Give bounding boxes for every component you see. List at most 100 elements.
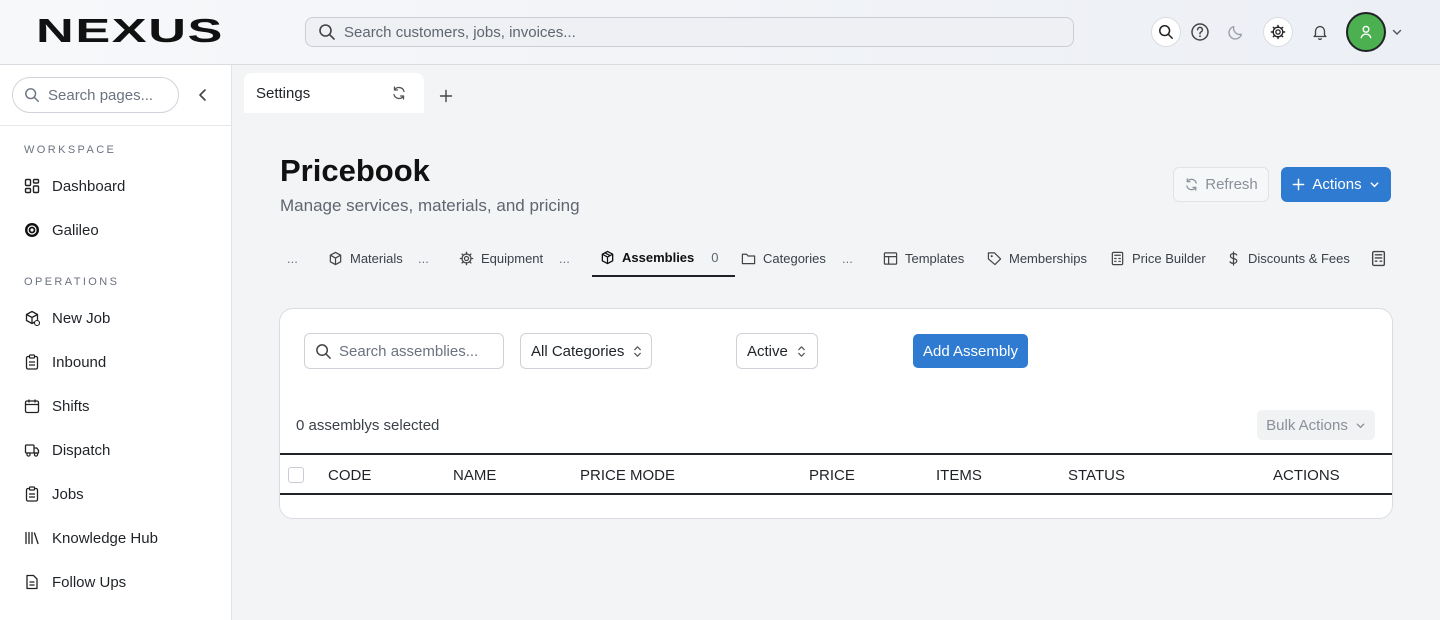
gear-icon — [459, 251, 474, 266]
sidebar-item-dashboard[interactable]: Dashboard — [12, 168, 220, 204]
sidebar-item-label: Follow Ups — [52, 573, 127, 591]
bulk-actions-label: Bulk Actions — [1266, 416, 1348, 434]
user-icon — [1360, 25, 1372, 39]
truck-icon — [24, 444, 40, 457]
tab-label: Templates — [905, 251, 965, 266]
global-search-bar[interactable] — [305, 17, 1074, 47]
page-search-box[interactable] — [12, 77, 179, 113]
package-icon — [601, 250, 614, 265]
page-subtitle: Manage services, materials, and pricing — [280, 196, 580, 215]
sidebar-item-inbound[interactable]: Inbound — [12, 344, 220, 380]
tab-assemblies[interactable]: Assemblies 0 — [592, 240, 735, 277]
dashboard-icon — [24, 178, 40, 194]
sort-chevrons-icon — [797, 345, 805, 357]
search-icon — [25, 88, 39, 102]
global-search-input[interactable] — [344, 23, 1044, 41]
workspace-section-label: WORKSPACE — [24, 144, 117, 156]
dark-mode-toggle[interactable] — [1221, 17, 1251, 47]
tab-label: Assemblies — [622, 250, 695, 265]
calculator-icon — [1111, 251, 1124, 266]
tab-more[interactable] — [1370, 240, 1387, 277]
sidebar-item-new-job[interactable]: New Job — [12, 300, 220, 336]
assemblies-count-badge: 0 — [711, 250, 719, 265]
collapse-sidebar-button[interactable] — [194, 86, 212, 104]
search-button[interactable] — [1151, 17, 1181, 47]
column-header-status[interactable]: STATUS — [1068, 467, 1125, 484]
sidebar-item-galileo[interactable]: Galileo — [12, 212, 220, 248]
sort-chevrons-icon — [634, 345, 642, 357]
tab-price-builder[interactable]: Price Builder — [1110, 240, 1206, 277]
status-select[interactable]: Active — [736, 333, 818, 369]
tab-overflow-ellipsis[interactable]: ... — [842, 251, 853, 266]
sidebar-item-dispatch[interactable]: Dispatch — [12, 432, 220, 468]
tab-discounts-fees[interactable]: Discounts & Fees — [1226, 240, 1350, 277]
column-header-price[interactable]: PRICE — [809, 467, 855, 484]
pricebook-tabs: ... Materials ... Equipment ... Assembli… — [280, 240, 1400, 278]
tab-label: Categories — [763, 251, 826, 266]
settings-button[interactable] — [1263, 17, 1293, 47]
sidebar-item-label: Galileo — [52, 221, 99, 239]
bell-icon — [1313, 25, 1327, 41]
tab-label: Equipment — [481, 251, 544, 266]
chevron-down-icon[interactable] — [1391, 26, 1403, 38]
search-icon — [1159, 25, 1173, 39]
chevron-down-icon — [1356, 422, 1365, 428]
folder-icon — [741, 253, 756, 265]
tab-memberships[interactable]: Memberships — [987, 240, 1087, 277]
refresh-label: Refresh — [1205, 176, 1258, 193]
tab-label: Materials — [350, 251, 403, 266]
cube-icon — [329, 251, 342, 266]
column-header-actions: ACTIONS — [1273, 467, 1340, 484]
sidebar-item-shifts[interactable]: Shifts — [12, 388, 220, 424]
column-header-code[interactable]: CODE — [328, 467, 371, 484]
tab-equipment[interactable]: Equipment — [459, 240, 543, 277]
moon-icon — [1228, 25, 1243, 40]
template-icon — [883, 252, 898, 265]
tab-categories[interactable]: Categories — [741, 240, 826, 277]
nexus-logo[interactable]: NEXUS — [36, 18, 224, 44]
sidebar-item-label: Shifts — [52, 397, 90, 415]
sidebar-item-follow-ups[interactable]: Follow Ups — [12, 564, 220, 600]
dollar-icon — [1229, 251, 1238, 266]
bulk-actions-button[interactable]: Bulk Actions — [1257, 410, 1375, 440]
search-icon — [316, 343, 331, 359]
user-avatar[interactable] — [1346, 12, 1386, 52]
refresh-tab-icon[interactable] — [391, 85, 407, 101]
library-icon — [25, 531, 39, 545]
svg-text:NEXUS: NEXUS — [36, 18, 224, 44]
sidebar-item-knowledge-hub[interactable]: Knowledge Hub — [12, 520, 220, 556]
select-all-checkbox[interactable] — [288, 467, 304, 483]
tab-overflow-ellipsis[interactable]: ... — [287, 251, 298, 266]
category-select[interactable]: All Categories — [520, 333, 652, 369]
assemblies-search-input[interactable] — [339, 342, 489, 360]
sidebar-item-jobs[interactable]: Jobs — [12, 476, 220, 512]
clipboard-icon — [25, 486, 39, 502]
notifications-button[interactable] — [1305, 17, 1335, 47]
column-header-items[interactable]: ITEMS — [936, 467, 982, 484]
sidebar-item-label: Dispatch — [52, 441, 111, 459]
sidebar: WORKSPACE Dashboard Galileo OPERATIONS N… — [0, 65, 232, 620]
add-assembly-button[interactable]: Add Assembly — [913, 334, 1028, 368]
tab-materials[interactable]: Materials — [328, 240, 403, 277]
column-header-price-mode[interactable]: PRICE MODE — [580, 467, 675, 484]
galileo-icon — [25, 223, 39, 237]
help-icon — [1191, 23, 1209, 41]
selection-count: 0 assemblys selected — [296, 417, 440, 434]
actions-button[interactable]: Actions — [1281, 167, 1391, 202]
column-header-name[interactable]: NAME — [453, 467, 496, 484]
refresh-button[interactable]: Refresh — [1173, 167, 1269, 202]
assemblies-search-box[interactable] — [304, 333, 504, 369]
tab-overflow-ellipsis[interactable]: ... — [418, 251, 429, 266]
status-select-value: Active — [747, 342, 788, 360]
help-button[interactable] — [1185, 17, 1215, 47]
tab-overflow-ellipsis[interactable]: ... — [559, 251, 570, 266]
top-bar: NEXUS — [0, 0, 1440, 65]
add-tab-icon[interactable] — [439, 89, 453, 103]
page-search-input[interactable] — [48, 86, 168, 104]
actions-label: Actions — [1312, 176, 1362, 193]
sidebar-item-label: Knowledge Hub — [52, 529, 158, 547]
refresh-icon — [1186, 178, 1198, 191]
tab-templates[interactable]: Templates — [883, 240, 964, 277]
gear-icon — [1270, 24, 1286, 40]
sidebar-item-label: New Job — [52, 309, 111, 327]
